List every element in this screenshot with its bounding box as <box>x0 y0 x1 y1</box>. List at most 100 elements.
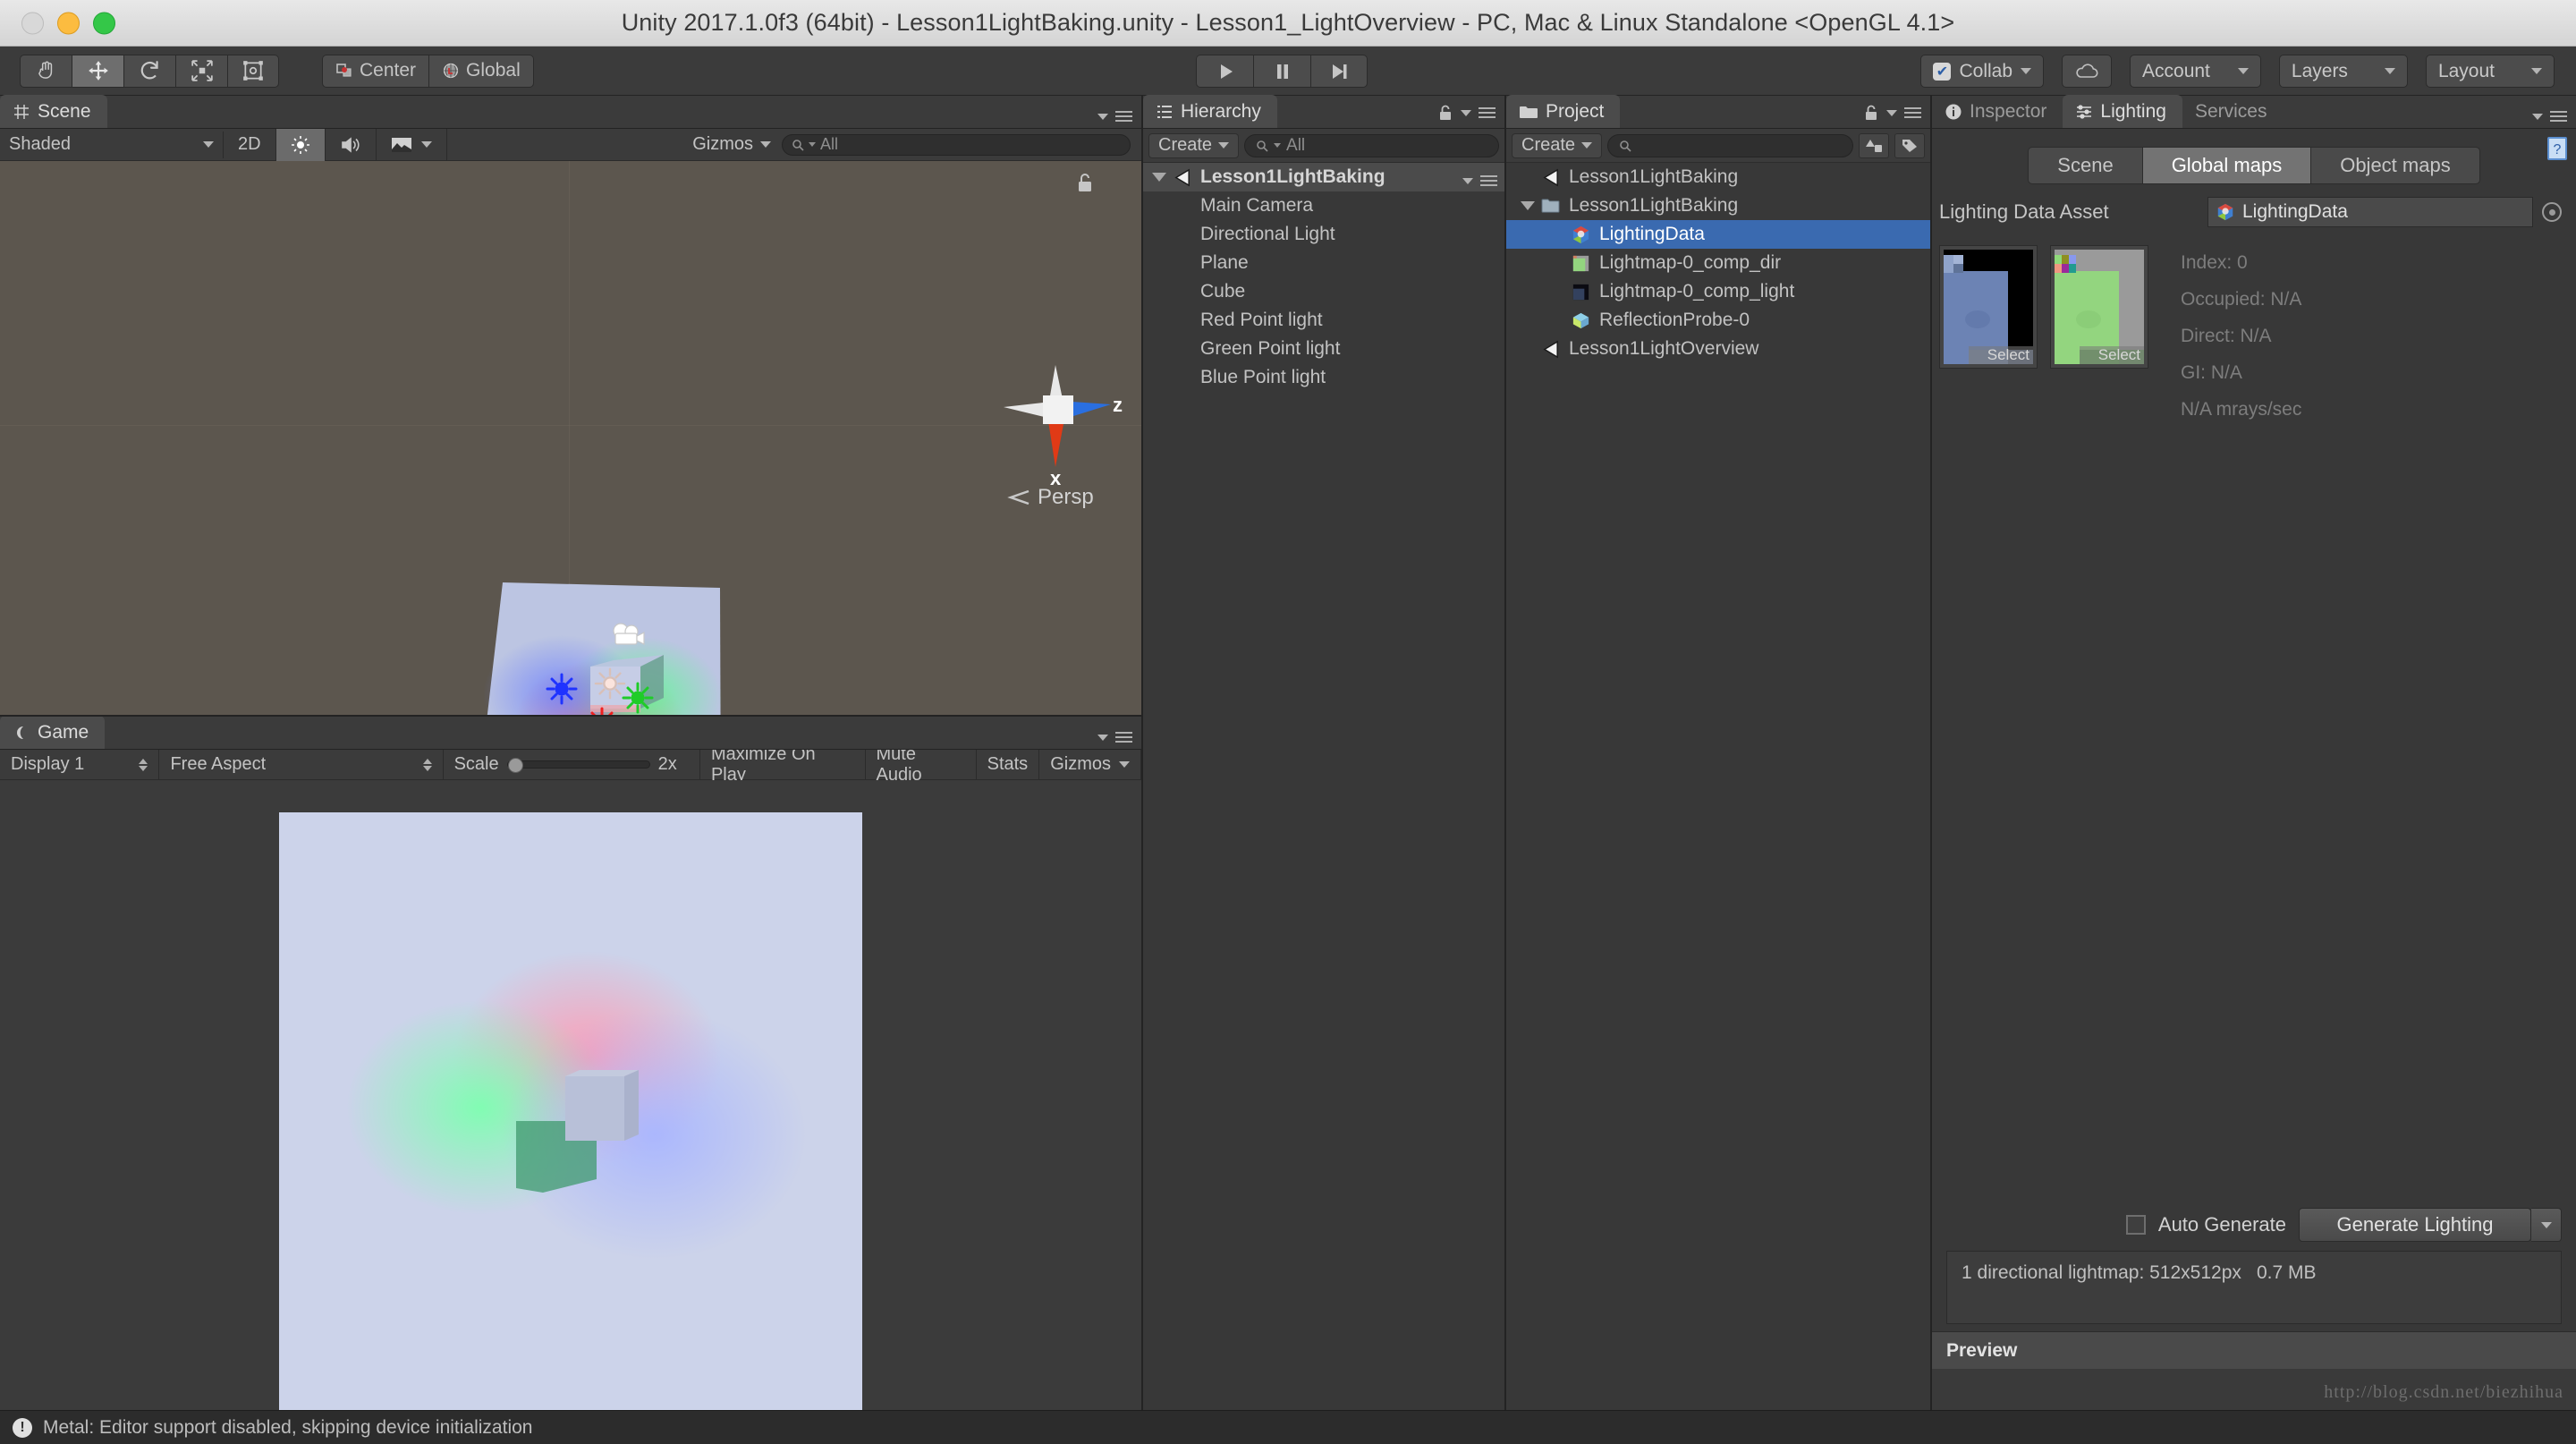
preview-header[interactable]: Preview <box>1932 1331 2576 1369</box>
scene-viewport[interactable]: z x Persp <box>0 161 1141 731</box>
right-tab-menu[interactable] <box>2532 111 2567 122</box>
tab-lighting[interactable]: Lighting <box>2063 95 2182 128</box>
minimize-window-button[interactable] <box>57 12 80 34</box>
scale-tool-button[interactable] <box>175 54 227 88</box>
lightmap-dir-select-label[interactable]: Select <box>1969 346 2033 364</box>
hierarchy-item[interactable]: Red Point light <box>1143 306 1504 335</box>
tab-inspector[interactable]: Inspector <box>1932 95 2063 128</box>
project-item[interactable]: Lesson1LightBaking <box>1506 191 1930 220</box>
game-display-dropdown[interactable]: Display 1 <box>0 749 160 780</box>
lightmap-light-thumbnail[interactable]: Select <box>2050 245 2148 369</box>
tab-services[interactable]: Services <box>2182 95 2284 128</box>
game-stats-toggle[interactable]: Stats <box>977 749 1040 780</box>
scene-draw-mode-dropdown[interactable]: Shaded <box>0 131 224 158</box>
scene-effects-toggle[interactable] <box>377 128 447 161</box>
hierarchy-item[interactable]: Cube <box>1143 277 1504 306</box>
splitter-scene-hierarchy[interactable] <box>1141 96 1143 1410</box>
scene-lighting-toggle[interactable] <box>275 128 326 161</box>
hierarchy-search-input[interactable]: All <box>1244 133 1499 157</box>
object-picker-button[interactable] <box>2542 202 2562 222</box>
close-window-button[interactable] <box>21 12 44 34</box>
hierarchy-item[interactable]: Directional Light <box>1143 220 1504 249</box>
hand-tool-button[interactable] <box>20 54 72 88</box>
hierarchy-create-button[interactable]: Create <box>1148 132 1240 158</box>
subtab-global-maps[interactable]: Global maps <box>2141 147 2311 184</box>
hierarchy-item[interactable]: Plane <box>1143 249 1504 277</box>
blue-point-light-gizmo[interactable] <box>544 671 580 707</box>
slider-track[interactable] <box>506 758 650 773</box>
project-tree[interactable]: Lesson1LightBaking Lesson1LightBaking Ligh… <box>1506 163 1930 1409</box>
project-filter-type-button[interactable] <box>1859 132 1889 158</box>
game-aspect-dropdown[interactable]: Free Aspect <box>159 749 444 780</box>
project-create-button[interactable]: Create <box>1512 132 1603 158</box>
layout-button[interactable]: Layout <box>2425 55 2555 88</box>
game-viewport[interactable] <box>0 780 1141 1441</box>
project-filter-label-button[interactable] <box>1894 132 1925 158</box>
project-item[interactable]: Lesson1LightBaking <box>1506 163 1930 191</box>
lightmap-dir-thumbnail[interactable]: Select <box>1939 245 2038 369</box>
status-bar[interactable]: ! Metal: Editor support disabled, skippi… <box>0 1410 2576 1444</box>
step-button[interactable] <box>1310 55 1368 88</box>
account-button[interactable]: Account <box>2130 55 2261 88</box>
pause-button[interactable] <box>1253 55 1310 88</box>
expand-triangle-icon[interactable] <box>1521 201 1535 210</box>
help-icon[interactable]: ? <box>2546 135 2569 166</box>
auto-generate-checkbox[interactable] <box>2125 1215 2146 1235</box>
game-tab-menu[interactable] <box>1097 732 1132 743</box>
splitter-scene-game[interactable] <box>0 715 1141 717</box>
generate-lighting-dropdown[interactable] <box>2531 1208 2562 1242</box>
subtab-scene[interactable]: Scene <box>2028 147 2142 184</box>
chevron-down-icon <box>2531 68 2542 74</box>
scene-2d-toggle[interactable]: 2D <box>224 128 276 161</box>
transform-space-button[interactable]: Global <box>428 54 534 88</box>
hierarchy-item[interactable]: Green Point light <box>1143 335 1504 363</box>
collab-button[interactable]: ✔ Collab <box>1920 55 2045 88</box>
subtab-object-maps[interactable]: Object maps <box>2310 147 2480 184</box>
rect-tool-button[interactable] <box>227 54 279 88</box>
project-item[interactable]: LightingData <box>1506 220 1930 249</box>
move-tool-button[interactable] <box>72 54 123 88</box>
tab-scene[interactable]: Scene <box>0 95 107 128</box>
directional-light-gizmo[interactable] <box>593 667 627 701</box>
layers-button[interactable]: Layers <box>2278 55 2408 88</box>
project-search-input[interactable] <box>1607 133 1853 157</box>
generate-lighting-button[interactable]: Generate Lighting <box>2299 1208 2531 1242</box>
pivot-mode-button[interactable]: Center <box>322 54 429 88</box>
game-scale-slider[interactable]: Scale 2x <box>444 749 700 780</box>
game-gizmos-dropdown[interactable]: Gizmos <box>1039 749 1141 780</box>
project-item[interactable]: Lightmap-0_comp_dir <box>1506 249 1930 277</box>
scene-lock-icon[interactable] <box>1075 172 1095 198</box>
game-mute-toggle[interactable]: Mute Audio <box>866 744 977 785</box>
tab-project[interactable]: Project <box>1506 95 1621 128</box>
scene-orientation-gizmo[interactable]: z x <box>977 331 1138 492</box>
project-item[interactable]: Lesson1LightOverview <box>1506 335 1930 363</box>
hierarchy-row-menu[interactable] <box>1462 175 1497 186</box>
tab-hierarchy[interactable]: Hierarchy <box>1143 95 1277 128</box>
hierarchy-tab-menu[interactable] <box>1437 104 1496 122</box>
maximize-window-button[interactable] <box>93 12 115 34</box>
scene-tab-menu[interactable] <box>1097 111 1132 122</box>
scene-projection-mode[interactable]: Persp <box>1007 485 1094 510</box>
project-tab-menu[interactable] <box>1863 104 1921 122</box>
camera-gizmo[interactable] <box>608 622 648 652</box>
hierarchy-root-row[interactable]: Lesson1LightBaking <box>1143 163 1504 191</box>
scene-gizmo-search[interactable]: All <box>782 133 1131 156</box>
lightmap-light-select-label[interactable]: Select <box>2080 346 2144 364</box>
scene-audio-toggle[interactable] <box>326 128 377 161</box>
play-button[interactable] <box>1196 55 1253 88</box>
project-item[interactable]: Lightmap-0_comp_light <box>1506 277 1930 306</box>
lighting-data-asset-field[interactable]: LightingData <box>2207 197 2533 227</box>
tab-game[interactable]: Game <box>0 716 106 749</box>
slider-knob[interactable] <box>507 758 523 773</box>
splitter-project-inspector[interactable] <box>1930 96 1932 1410</box>
scene-gizmos-dropdown[interactable]: Gizmos <box>682 132 782 158</box>
expand-triangle-icon[interactable] <box>1152 173 1166 182</box>
hierarchy-item[interactable]: Main Camera <box>1143 191 1504 220</box>
project-item[interactable]: ReflectionProbe-0 <box>1506 306 1930 335</box>
hierarchy-item[interactable]: Blue Point light <box>1143 363 1504 392</box>
game-maximize-toggle[interactable]: Maximize On Play <box>700 744 866 785</box>
cloud-button[interactable] <box>2062 55 2113 88</box>
hierarchy-tree[interactable]: Lesson1LightBaking Main Camera Directiona… <box>1143 163 1504 1409</box>
splitter-hierarchy-project[interactable] <box>1504 96 1506 1410</box>
rotate-tool-button[interactable] <box>123 54 175 88</box>
